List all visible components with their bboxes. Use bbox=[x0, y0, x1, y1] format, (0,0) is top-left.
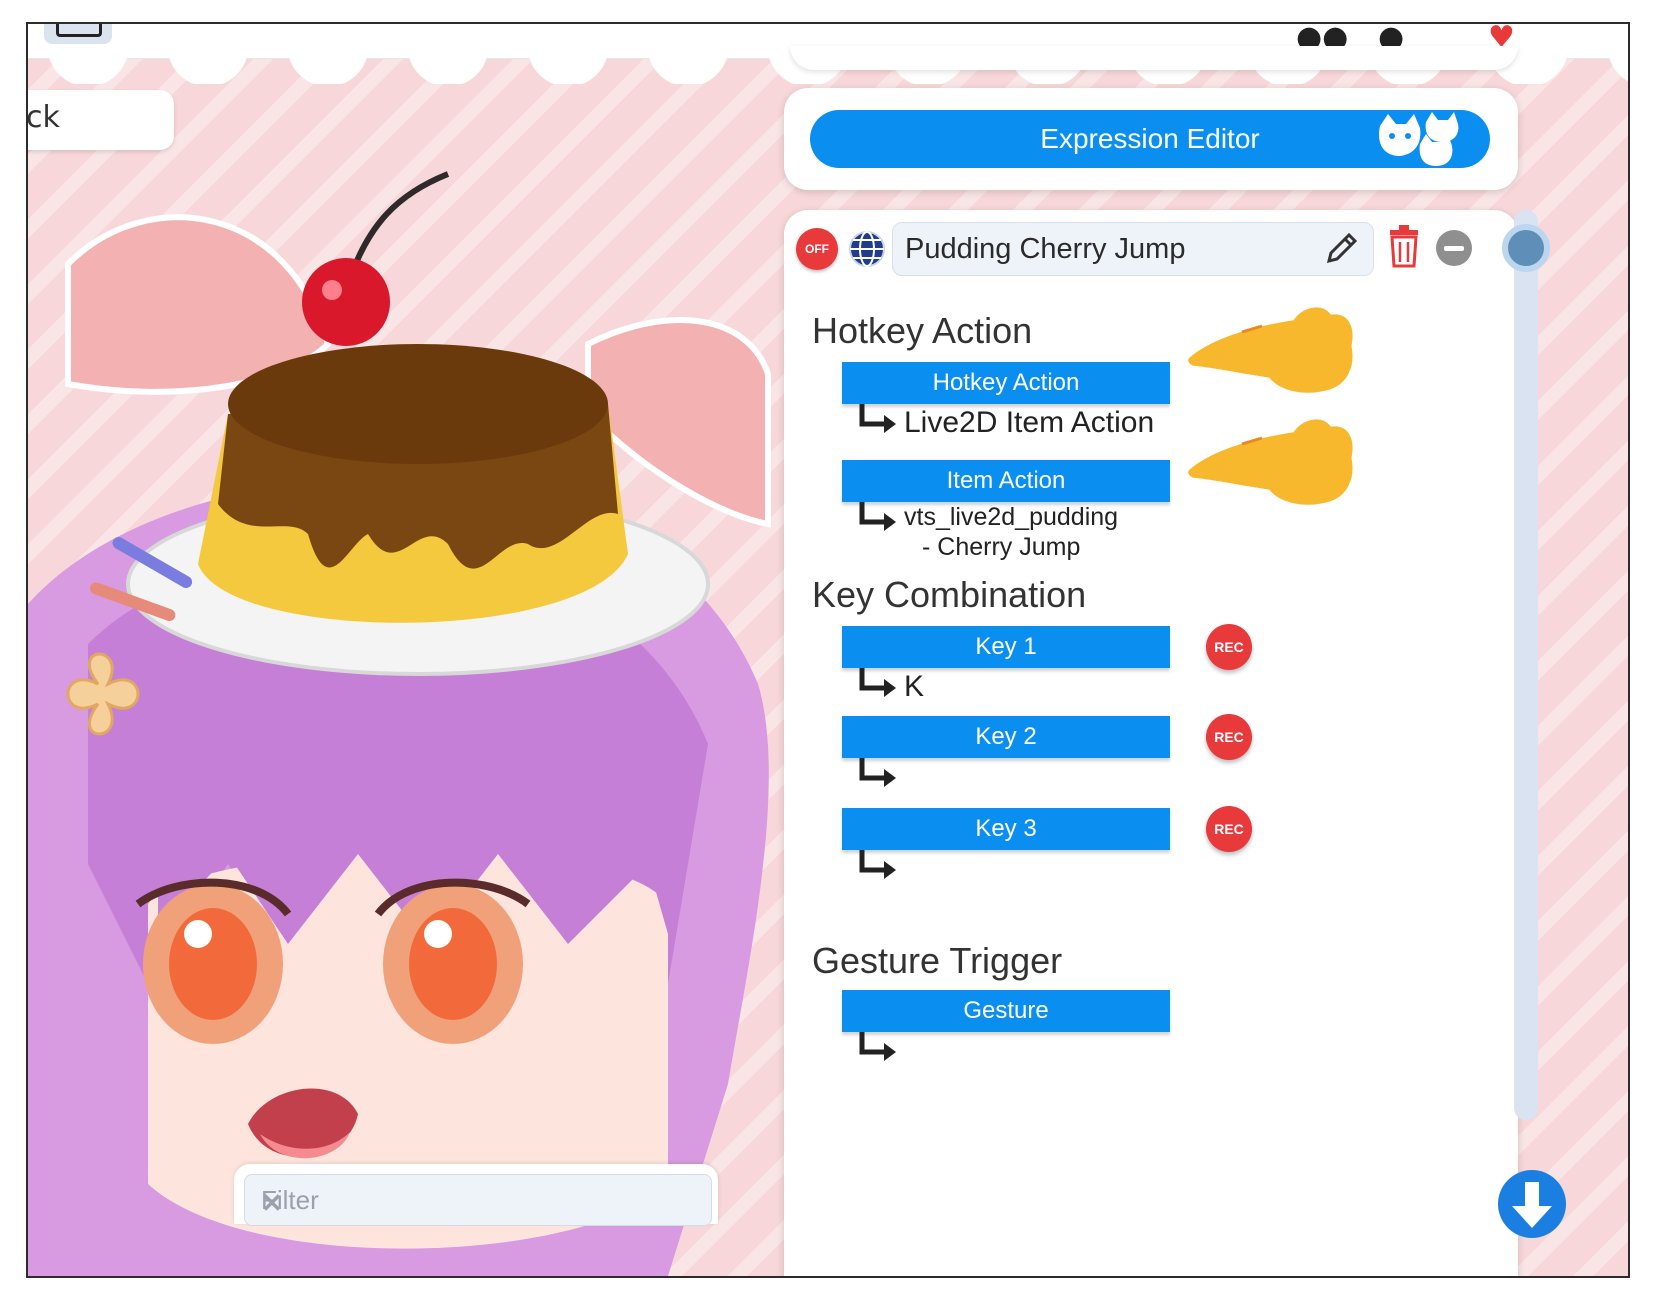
pointing-hand-icon bbox=[1183, 302, 1358, 398]
gesture-button[interactable]: Gesture bbox=[842, 990, 1170, 1032]
expression-editor-button[interactable]: Expression Editor bbox=[810, 110, 1490, 168]
expression-editor-panel: Expression Editor bbox=[784, 88, 1518, 190]
filter-input[interactable]: Filter ✕ bbox=[244, 1174, 712, 1226]
scrollbar-thumb[interactable] bbox=[1502, 224, 1550, 272]
hotkey-settings-panel: OFF Pudding Cherry Jump Hotkey Action Ho… bbox=[784, 210, 1518, 1276]
key-2-rec-button[interactable]: REC bbox=[1206, 714, 1252, 760]
hotkey-action-heading: Hotkey Action bbox=[812, 310, 1033, 351]
arrow-return-icon bbox=[859, 1032, 896, 1061]
gesture-trigger-heading: Gesture Trigger bbox=[812, 940, 1063, 981]
close-icon[interactable]: ✕ bbox=[261, 1185, 701, 1221]
scrollbar-track[interactable] bbox=[1514, 210, 1538, 1120]
screen-toggle-tab[interactable] bbox=[44, 24, 112, 44]
arrow-return-icon bbox=[859, 502, 896, 531]
app-window: ●● ● ♥ ck Expression Editor OFF Pudding … bbox=[26, 22, 1630, 1278]
key-3-rec-button[interactable]: REC bbox=[1206, 806, 1252, 852]
hotkey-name-field[interactable]: Pudding Cherry Jump bbox=[892, 222, 1374, 276]
key-1-button[interactable]: Key 1 bbox=[842, 626, 1170, 668]
screen-icon bbox=[56, 24, 102, 37]
cat-icon bbox=[1378, 112, 1459, 166]
item-action-value-line2: - Cherry Jump bbox=[922, 533, 1081, 561]
arrow-return-icon bbox=[859, 850, 896, 879]
item-action-button[interactable]: Item Action bbox=[842, 460, 1170, 502]
hotkey-action-value: Live2D Item Action bbox=[904, 406, 1155, 439]
scroll-down-button[interactable] bbox=[1498, 1170, 1566, 1238]
minus-icon[interactable] bbox=[1436, 230, 1472, 266]
globe-icon[interactable] bbox=[848, 230, 886, 268]
key-combination-heading: Key Combination bbox=[812, 574, 1087, 615]
filter-bar: Filter ✕ bbox=[234, 1164, 718, 1226]
hotkey-action-button[interactable]: Hotkey Action bbox=[842, 362, 1170, 404]
arrow-return-icon bbox=[859, 758, 896, 787]
top-panel-edge bbox=[790, 46, 1518, 70]
arrow-down-icon bbox=[1512, 1182, 1552, 1228]
item-action-value-line1: vts_live2d_pudding bbox=[904, 503, 1119, 531]
arrow-return-icon bbox=[859, 404, 896, 433]
pointing-hand-icon bbox=[1183, 414, 1358, 510]
hotkey-name-text: Pudding Cherry Jump bbox=[905, 233, 1186, 265]
key-1-value: K bbox=[904, 670, 925, 703]
character-illustration bbox=[28, 171, 771, 1276]
key-3-button[interactable]: Key 3 bbox=[842, 808, 1170, 850]
pencil-icon[interactable] bbox=[1321, 229, 1361, 269]
key-2-button[interactable]: Key 2 bbox=[842, 716, 1170, 758]
hotkey-toggle-button[interactable]: OFF bbox=[796, 228, 838, 270]
arrow-return-icon bbox=[859, 668, 896, 697]
key-1-rec-button[interactable]: REC bbox=[1206, 624, 1252, 670]
trash-icon[interactable] bbox=[1386, 224, 1422, 268]
